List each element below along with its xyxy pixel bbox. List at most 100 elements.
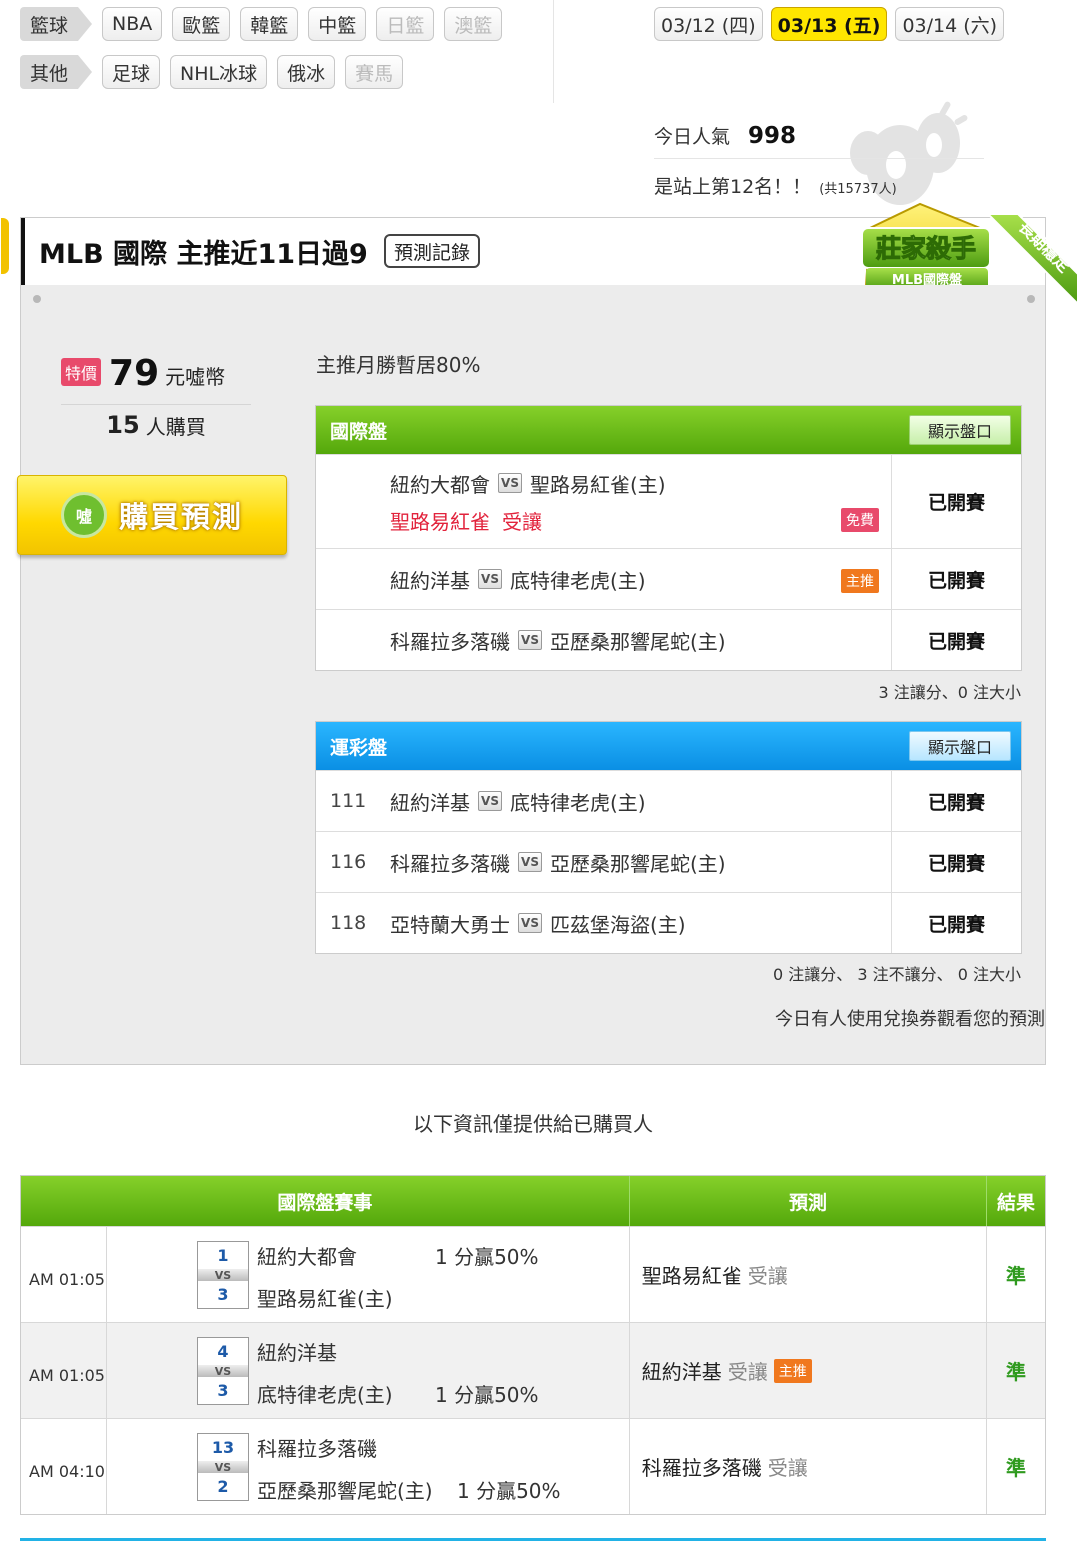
international-header: 國際盤 顯示盤口: [316, 406, 1021, 454]
match-teams: 科羅拉多落磯 VS 亞歷桑那響尾蛇(主): [390, 848, 891, 877]
game-status: 已開賽: [927, 791, 985, 814]
nav-item-nhl[interactable]: NHL冰球: [170, 55, 268, 89]
buyers-label: 人購買: [145, 414, 206, 439]
game-status: 已開賽: [927, 492, 985, 514]
vs-icon: VS: [518, 852, 542, 872]
home-team: 亞歷桑那響尾蛇(主): [550, 851, 726, 876]
show-odds-button-sport[interactable]: 顯示盤口: [908, 731, 1011, 761]
match-teams: 紐約洋基 VS 底特律老虎(主): [390, 787, 891, 816]
game-time: AM 01:05: [21, 1227, 107, 1322]
prediction-cell: 聖路易紅雀 受讓: [630, 1227, 988, 1322]
home-team: 聖路易紅雀(主): [530, 472, 666, 497]
popularity-label: 今日人氣: [654, 126, 731, 148]
result-mark: 準: [1006, 1456, 1027, 1480]
main-pick-tag: 主推: [773, 1358, 812, 1383]
away-team: 科羅拉多落磯: [390, 851, 510, 876]
away-team: 紐約大都會: [390, 472, 490, 497]
prediction-record-button[interactable]: 預測記錄: [384, 234, 481, 268]
results-table: 國際盤賽事 預測 結果 AM 01:05 1 VS 3 紐約大都會 聖路易紅雀(…: [20, 1175, 1046, 1515]
bottom-divider: [20, 1538, 1046, 1541]
rank-total: (共15737人): [819, 182, 897, 197]
left-edge-tab: [1, 218, 9, 274]
table-row: 111 紐約洋基 VS 底特律老虎(主) 已開賽: [316, 770, 1021, 831]
price-value: 79: [109, 353, 160, 394]
buy-prediction-button[interactable]: 噓 購買預測: [17, 475, 287, 555]
nav-row-other: 其他 足球 NHL冰球 俄冰 賽馬: [20, 55, 404, 89]
prediction-team: 科羅拉多落磯: [641, 1456, 762, 1480]
main-pick-tag: 主推: [841, 569, 879, 593]
sport-lottery-header: 運彩盤 顯示盤口: [316, 722, 1021, 770]
show-odds-button-intl[interactable]: 顯示盤口: [908, 415, 1011, 445]
pin-right: [1027, 295, 1035, 303]
game-code: 111: [330, 790, 367, 812]
nav-item-korea-basketball[interactable]: 韓籃: [240, 7, 299, 41]
pick-side: 受讓: [502, 509, 542, 534]
nav-item-nba[interactable]: NBA: [102, 7, 163, 41]
rank-text: 是站上第12名！！: [654, 176, 812, 198]
score-box: 1 VS 3: [197, 1241, 249, 1309]
table-row: 118 亞特蘭大勇士 VS 匹茲堡海盜(主) 已開賽: [316, 892, 1021, 953]
match-teams: 亞特蘭大勇士 VS 匹茲堡海盜(主): [390, 909, 891, 938]
buyers-only-notice: 以下資訊僅提供給已購買人: [413, 1112, 653, 1136]
result-mark: 準: [1006, 1360, 1027, 1384]
score-home: 2: [217, 1477, 229, 1496]
date-button-prev[interactable]: 03/12 (四): [654, 7, 763, 41]
rank-stat: 是站上第12名！！ (共15737人): [654, 172, 897, 199]
table-row: 科羅拉多落磯 VS 亞歷桑那響尾蛇(主) 已開賽: [316, 609, 1021, 670]
score-home: 3: [217, 1285, 229, 1304]
prediction-cell: 科羅拉多落磯 受讓: [630, 1419, 988, 1514]
game-status: 已開賽: [927, 569, 985, 592]
category-tag-basketball: 籃球: [20, 7, 93, 41]
vs-icon: VS: [478, 569, 502, 589]
special-price-tag: 特價: [61, 358, 102, 386]
vs-icon: VS: [478, 791, 502, 811]
home-team: 聖路易紅雀(主): [257, 1287, 393, 1311]
international-summary: 3 注讓分、0 注大小: [878, 683, 1021, 702]
header-accent-bar: [21, 218, 25, 286]
vs-icon: VS: [198, 1365, 248, 1378]
prediction-panel: 特價 79 元噓幣 15 人購買 噓 購買預測 主推月勝暫居80% 國際盤 顯示…: [17, 285, 1046, 1065]
nav-item-china-basketball[interactable]: 中籃: [308, 7, 367, 41]
date-button-current[interactable]: 03/13 (五): [770, 7, 888, 41]
nav-item-russia-hockey[interactable]: 俄冰: [277, 55, 336, 89]
nav-row-basketball: 籃球 NBA 歐籃 韓籃 中籃 日籃 澳籃: [20, 7, 503, 41]
score-home: 3: [217, 1381, 229, 1400]
away-team: 紐約洋基: [390, 790, 470, 815]
prediction-side: 受讓: [747, 1264, 788, 1288]
away-team: 亞特蘭大勇士: [390, 912, 510, 937]
vs-icon: VS: [518, 630, 542, 650]
sport-lottery-summary: 0 注讓分、 3 注不讓分、 0 注大小: [773, 965, 1021, 984]
pick-team: 聖路易紅雀: [390, 509, 490, 534]
nav-item-australia-basketball: 澳籃: [444, 7, 503, 41]
game-cell: 紐約大都會 VS 聖路易紅雀(主) 聖路易紅雀 受讓 免費: [316, 455, 892, 548]
match-teams: 紐約大都會 VS 聖路易紅雀(主): [390, 469, 891, 498]
score-away: 1: [217, 1246, 229, 1265]
game-time: AM 04:10: [21, 1419, 107, 1514]
table-row: 116 科羅拉多落磯 VS 亞歷桑那響尾蛇(主) 已開賽: [316, 831, 1021, 892]
nav-item-japan-basketball: 日籃: [376, 7, 435, 41]
away-team: 科羅拉多落磯: [257, 1437, 377, 1461]
popularity-stat: 今日人氣 998: [654, 113, 984, 159]
home-team: 匹茲堡海盜(主): [550, 912, 686, 937]
score-box: 13 VS 2: [197, 1433, 249, 1501]
prediction-team: 紐約洋基: [641, 1360, 722, 1384]
price-unit: 元噓幣: [165, 365, 226, 389]
results-table-header: 國際盤賽事 預測 結果: [21, 1176, 1045, 1226]
game-status: 已開賽: [927, 630, 985, 653]
nav-item-soccer[interactable]: 足球: [102, 55, 161, 89]
vs-icon: VS: [498, 473, 522, 493]
game-cell: 111 紐約洋基 VS 底特律老虎(主): [316, 771, 892, 831]
voucher-note: 今日有人使用兌換券觀看您的預測: [775, 1009, 1045, 1030]
game-time: AM 01:05: [21, 1323, 107, 1418]
column-header-game: 國際盤賽事: [21, 1176, 630, 1226]
match-teams: 科羅拉多落磯 VS 亞歷桑那響尾蛇(主): [390, 626, 891, 655]
popularity-value: 998: [748, 122, 797, 149]
table-row: AM 04:10 13 VS 2 科羅拉多落磯 亞歷桑那響尾蛇(主) 1 分贏5…: [21, 1418, 1045, 1514]
away-team: 紐約洋基: [390, 568, 470, 593]
away-team: 紐約大都會: [257, 1245, 357, 1269]
nav-item-euro-basketball[interactable]: 歐籃: [172, 7, 231, 41]
match-teams: 紐約洋基 VS 底特律老虎(主): [390, 565, 891, 594]
table-row: AM 01:05 4 VS 3 紐約洋基 底特律老虎(主) 1 分贏50% 紐約…: [21, 1322, 1045, 1418]
date-button-next[interactable]: 03/14 (六): [895, 7, 1005, 41]
column-header-prediction: 預測: [630, 1176, 988, 1226]
